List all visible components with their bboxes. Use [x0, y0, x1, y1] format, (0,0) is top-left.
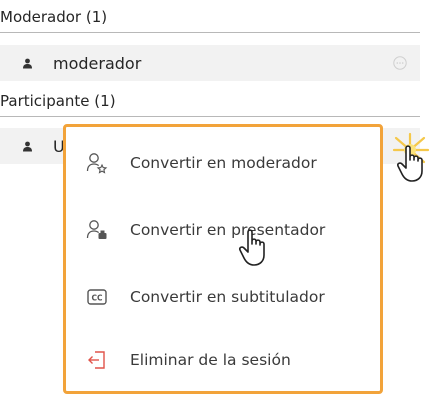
svg-text:CC: CC: [91, 294, 103, 303]
make-moderator-menu-item[interactable]: Convertir en moderador: [66, 141, 380, 185]
remove-from-session-label: Eliminar de la sesión: [130, 351, 291, 369]
exit-icon: [88, 351, 105, 369]
hand-cursor-icon: [397, 145, 423, 182]
moderator-section-header: Moderador (1): [0, 7, 420, 33]
user-star-icon: [86, 153, 108, 174]
closed-caption-icon: CC: [87, 289, 107, 305]
make-presenter-label: Convertir en presentador: [130, 221, 326, 239]
user-icon: [23, 141, 32, 152]
user-presenter-icon: [86, 220, 107, 239]
context-menu: Convertir en moderador Convertir en pres…: [63, 124, 383, 394]
remove-from-session-menu-item[interactable]: Eliminar de la sesión: [66, 338, 380, 382]
make-captioner-menu-item[interactable]: CC Convertir en subtitulador: [66, 275, 380, 319]
make-moderator-label: Convertir en moderador: [130, 154, 317, 172]
make-captioner-label: Convertir en subtitulador: [130, 288, 325, 306]
user-icon: [23, 58, 32, 69]
hand-cursor-icon: [239, 229, 265, 266]
make-presenter-menu-item[interactable]: Convertir en presentador: [66, 208, 380, 252]
moderator-name: moderador: [53, 53, 142, 73]
more-options-icon[interactable]: [393, 56, 407, 70]
moderator-user-row[interactable]: moderador: [0, 45, 420, 81]
participant-section-header: Participante (1): [0, 91, 420, 117]
